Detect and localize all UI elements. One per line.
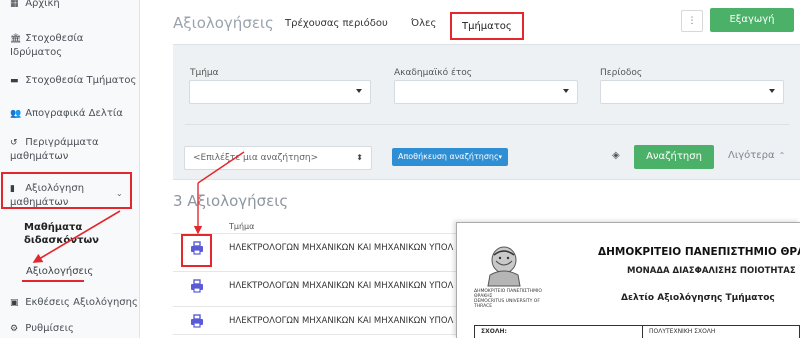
annotation-arrows: [32, 151, 245, 263]
